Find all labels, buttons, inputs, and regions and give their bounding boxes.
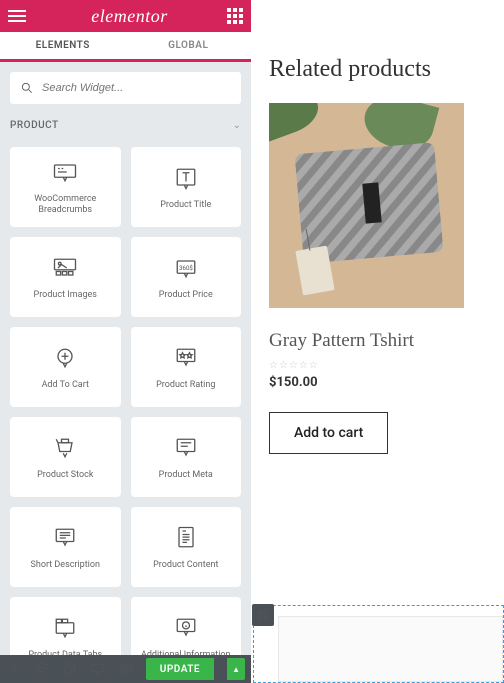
widget-product-meta[interactable]: Product Meta xyxy=(131,417,242,497)
widget-add-to-cart[interactable]: Add To Cart xyxy=(10,327,121,407)
hamburger-menu-button[interactable] xyxy=(8,4,32,28)
category-product[interactable]: PRODUCT ⌄ xyxy=(0,114,251,137)
widget-label: WooCommerce Breadcrumbs xyxy=(16,194,115,216)
additional-info-icon xyxy=(172,614,200,642)
search-container xyxy=(0,62,251,114)
editor-section-outline[interactable] xyxy=(253,605,504,683)
related-products-heading: Related products xyxy=(269,56,504,83)
preview-area: Related products Gray Pattern Tshirt ☆☆☆… xyxy=(251,0,504,683)
preview-icon[interactable] xyxy=(118,661,134,677)
update-options-button[interactable]: ▲ xyxy=(227,658,245,680)
product-content-icon xyxy=(172,524,200,552)
tab-global[interactable]: GLOBAL xyxy=(126,32,252,59)
widget-product-price[interactable]: 360$ Product Price xyxy=(131,237,242,317)
elementor-logo: elementor xyxy=(91,6,167,27)
product-data-tabs-icon xyxy=(51,614,79,642)
product-title-icon xyxy=(172,164,200,192)
add-to-cart-button[interactable]: Add to cart xyxy=(269,412,388,454)
panel-tabs: ELEMENTS GLOBAL xyxy=(0,32,251,62)
product-title-link[interactable]: Gray Pattern Tshirt xyxy=(269,330,504,352)
search-icon xyxy=(20,81,34,95)
widget-product-data-tabs[interactable]: Product Data Tabs xyxy=(10,597,121,655)
short-description-icon xyxy=(51,524,79,552)
widget-label: Short Description xyxy=(31,560,100,571)
panel-footer: UPDATE ▲ xyxy=(0,655,251,683)
product-images-icon xyxy=(51,254,79,282)
product-rating-stars: ☆☆☆☆☆ xyxy=(269,360,504,371)
widget-short-description[interactable]: Short Description xyxy=(10,507,121,587)
chevron-down-icon: ⌄ xyxy=(233,120,241,131)
section-edit-handle[interactable] xyxy=(252,604,274,626)
widget-breadcrumbs[interactable]: WooCommerce Breadcrumbs xyxy=(10,147,121,227)
navigator-icon[interactable] xyxy=(34,661,50,677)
widget-product-content[interactable]: Product Content xyxy=(131,507,242,587)
widget-label: Product Meta xyxy=(159,470,213,481)
product-stock-icon xyxy=(51,434,79,462)
search-input[interactable] xyxy=(42,82,231,94)
search-box xyxy=(10,72,241,104)
update-button[interactable]: UPDATE xyxy=(146,658,214,680)
widget-label: Product Rating xyxy=(156,380,215,391)
product-meta-icon xyxy=(172,434,200,462)
product-price: $150.00 xyxy=(269,375,504,390)
product-image[interactable] xyxy=(269,103,464,308)
responsive-icon[interactable] xyxy=(90,661,106,677)
widget-additional-information[interactable]: Additional Information xyxy=(131,597,242,655)
apps-grid-icon[interactable] xyxy=(227,8,243,24)
widget-label: Add To Cart xyxy=(42,380,89,391)
panel-header: elementor xyxy=(0,0,251,32)
widget-label: Product Stock xyxy=(37,470,93,481)
widget-label: Product Title xyxy=(160,200,211,211)
product-tabs xyxy=(278,616,503,682)
category-label: PRODUCT xyxy=(10,120,59,131)
widget-product-images[interactable]: Product Images xyxy=(10,237,121,317)
settings-icon[interactable] xyxy=(6,661,22,677)
svg-text:360$: 360$ xyxy=(179,264,193,271)
breadcrumbs-icon xyxy=(51,158,79,186)
widget-label: Product Images xyxy=(34,290,97,301)
history-icon[interactable] xyxy=(62,661,78,677)
add-to-cart-icon xyxy=(51,344,79,372)
product-rating-icon xyxy=(172,344,200,372)
elementor-panel: elementor ELEMENTS GLOBAL PRODUCT ⌄ WooC… xyxy=(0,0,251,683)
widget-product-rating[interactable]: Product Rating xyxy=(131,327,242,407)
widgets-grid: WooCommerce Breadcrumbs Product Title Pr… xyxy=(0,137,251,655)
widget-product-title[interactable]: Product Title xyxy=(131,147,242,227)
widget-label: Product Content xyxy=(153,560,218,571)
tab-elements[interactable]: ELEMENTS xyxy=(0,32,126,59)
widget-label: Product Price xyxy=(159,290,213,301)
product-price-icon: 360$ xyxy=(172,254,200,282)
widget-product-stock[interactable]: Product Stock xyxy=(10,417,121,497)
